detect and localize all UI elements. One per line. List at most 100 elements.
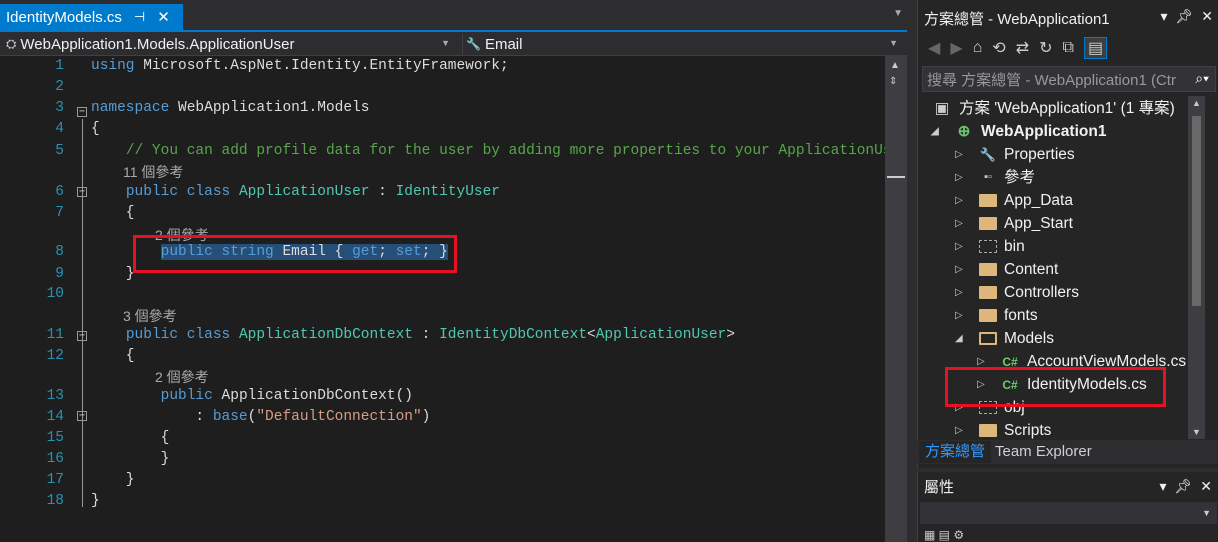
tree-item[interactable]: ▷ Controllers [917,281,1203,304]
chevron-down-icon[interactable]: ▾ [1160,8,1167,25]
code-text[interactable]: { [91,346,885,367]
chevron-down-icon[interactable]: ▼ [893,8,903,19]
code-text[interactable]: public class ApplicationDbContext : Iden… [91,325,885,346]
code-line[interactable]: 17 } [0,470,885,491]
split-handle-icon[interactable]: ⇕ [889,76,897,87]
solution-icon: ▣ [934,100,950,117]
expanded-arrow-icon[interactable]: ◢ [955,327,963,350]
refresh-icon[interactable]: ↻ [1039,38,1052,58]
properties-toolbar[interactable]: ▦ ▤ ⚙ [924,528,964,542]
tree-item[interactable]: ▷ bin [917,235,1203,258]
search-icon[interactable]: ⌕▾ [1195,70,1209,87]
reference-count[interactable]: 3 個參考 [123,306,177,327]
tree-item-label: bin [1004,238,1025,255]
history-icon[interactable]: ⟲ [992,38,1005,58]
scroll-up-icon[interactable]: ▲ [1192,98,1201,108]
tab-solution-explorer[interactable]: 方案總管 [919,441,992,463]
code-line[interactable]: 16 } [0,449,885,470]
code-line[interactable]: 10 [0,284,885,305]
code-line[interactable]: 4{ [0,119,885,140]
code-text[interactable]: public class ApplicationUser : IdentityU… [91,182,885,203]
code-line[interactable]: 18} [0,491,885,512]
folder-icon [979,189,997,214]
code-line[interactable]: 14 : base("DefaultConnection") [0,407,885,428]
code-text[interactable]: public ApplicationDbContext() [91,386,885,407]
code-text[interactable]: { [91,428,885,449]
code-editor[interactable]: IdentityModels.cs ⊣ ✕ ▼ ⛭ WebApplication… [0,0,907,542]
code-line[interactable]: 1 using Microsoft.AspNet.Identity.EntityF… [0,56,885,77]
scroll-down-icon[interactable]: ▼ [1192,427,1201,437]
scroll-thumb[interactable] [1192,116,1201,306]
pin-icon[interactable]: 📌︎ [1175,8,1193,25]
code-text[interactable]: } [91,491,885,512]
tree-item[interactable]: ▷ ▪▫ 參考 [917,166,1203,189]
expand-arrow-icon[interactable]: ▷ [955,189,963,212]
code-line[interactable]: 2 [0,77,885,98]
code-text[interactable]: { [91,119,885,140]
member-dropdown[interactable]: 🔧 Email ▼ [462,34,902,54]
code-line[interactable]: 9 } [0,264,885,285]
type-dropdown[interactable]: ⛭ WebApplication1.Models.ApplicationUser… [6,34,454,54]
tree-scrollbar[interactable]: ▲ ▼ [1188,96,1205,439]
panel-title: 方案總管 - WebApplication1 [924,10,1110,28]
code-line[interactable]: 12 { [0,346,885,367]
code-area[interactable]: − − − − 11 個參考 2 個參考 3 個參考 2 個參考 1 using … [0,56,885,542]
code-line[interactable]: 11 public class ApplicationDbContext : I… [0,325,885,346]
code-text[interactable]: using Microsoft.AspNet.Identity.EntityFr… [91,56,885,77]
tree-item[interactable]: ◢ Models [917,327,1203,350]
tree-item[interactable]: ▷ App_Data [917,189,1203,212]
tree-item-solution[interactable]: ▣ 方案 'WebApplication1' (1 專案) [917,97,1203,120]
expand-arrow-icon[interactable]: ▷ [955,281,963,304]
code-line[interactable]: 3 namespace WebApplication1.Models [0,98,885,119]
expand-arrow-icon[interactable]: ▷ [955,143,963,166]
code-text[interactable]: } [91,449,885,470]
properties-object-dropdown[interactable]: ▼ [920,502,1217,524]
code-text[interactable]: namespace WebApplication1.Models [91,98,885,119]
code-text[interactable]: // You can add profile data for the user… [91,141,885,162]
tab-identitymodels[interactable]: IdentityModels.cs ⊣ ✕ [0,4,183,30]
code-line[interactable]: 5 // You can add profile data for the us… [0,141,885,162]
tree-item[interactable]: ▷ Content [917,258,1203,281]
editor-scrollbar[interactable]: ▲ ⇕ [885,56,907,542]
close-icon[interactable]: ✕ [1201,8,1213,25]
tree-item-project[interactable]: ◢ ⊕ WebApplication1 [917,120,1203,143]
sync-icon[interactable]: ⇄ [1016,38,1029,58]
pin-icon[interactable]: 📌︎ [1174,478,1192,495]
search-input[interactable]: 搜尋 方案總管 - WebApplication1 (Ctrl+;) ⌕▾ [922,66,1216,92]
code-text[interactable]: } [91,470,885,491]
close-icon[interactable]: ✕ [157,8,170,26]
chevron-down-icon[interactable]: ▾ [1159,478,1166,495]
code-line[interactable]: 6 public class ApplicationUser : Identit… [0,182,885,203]
code-line[interactable]: 8 public string Email { get; set; } [0,242,885,263]
scroll-up-icon[interactable]: ▲ [890,60,900,71]
back-icon[interactable]: ◀ [928,38,940,58]
collapse-all-icon[interactable]: ⧉ [1063,39,1074,57]
expand-arrow-icon[interactable]: ▷ [955,304,963,327]
tab-team-explorer[interactable]: Team Explorer [989,441,1098,463]
expand-arrow-icon[interactable]: ▷ [955,419,963,439]
close-icon[interactable]: ✕ [1200,478,1212,495]
expand-arrow-icon[interactable]: ▷ [955,258,963,281]
reference-count[interactable]: 11 個參考 [123,162,183,183]
reference-count[interactable]: 2 個參考 [155,367,209,388]
code-text[interactable]: } [91,264,885,285]
code-line[interactable]: 7 { [0,203,885,224]
tree-item[interactable]: ▷ 🔧 Properties [917,143,1203,166]
code-text[interactable]: public string Email { get; set; } [91,242,885,263]
show-all-files-icon[interactable]: ▤ [1083,37,1108,59]
forward-icon[interactable]: ▶ [950,38,962,58]
expand-arrow-icon[interactable]: ▷ [955,166,963,189]
expand-arrow-icon[interactable]: ▷ [955,235,963,258]
pin-icon[interactable]: ⊣ [134,9,145,25]
code-text[interactable]: { [91,203,885,224]
expand-arrow-icon[interactable]: ▷ [955,212,963,235]
home-icon[interactable]: ⌂ [973,39,983,57]
folder-icon [979,304,997,329]
code-text[interactable]: : base("DefaultConnection") [91,407,885,428]
tree-item[interactable]: ▷ fonts [917,304,1203,327]
code-line[interactable]: 13 public ApplicationDbContext() [0,386,885,407]
tree-item[interactable]: ▷ App_Start [917,212,1203,235]
code-line[interactable]: 15 { [0,428,885,449]
expanded-arrow-icon[interactable]: ◢ [931,120,939,143]
tree-item[interactable]: ▷ Scripts [917,419,1203,439]
